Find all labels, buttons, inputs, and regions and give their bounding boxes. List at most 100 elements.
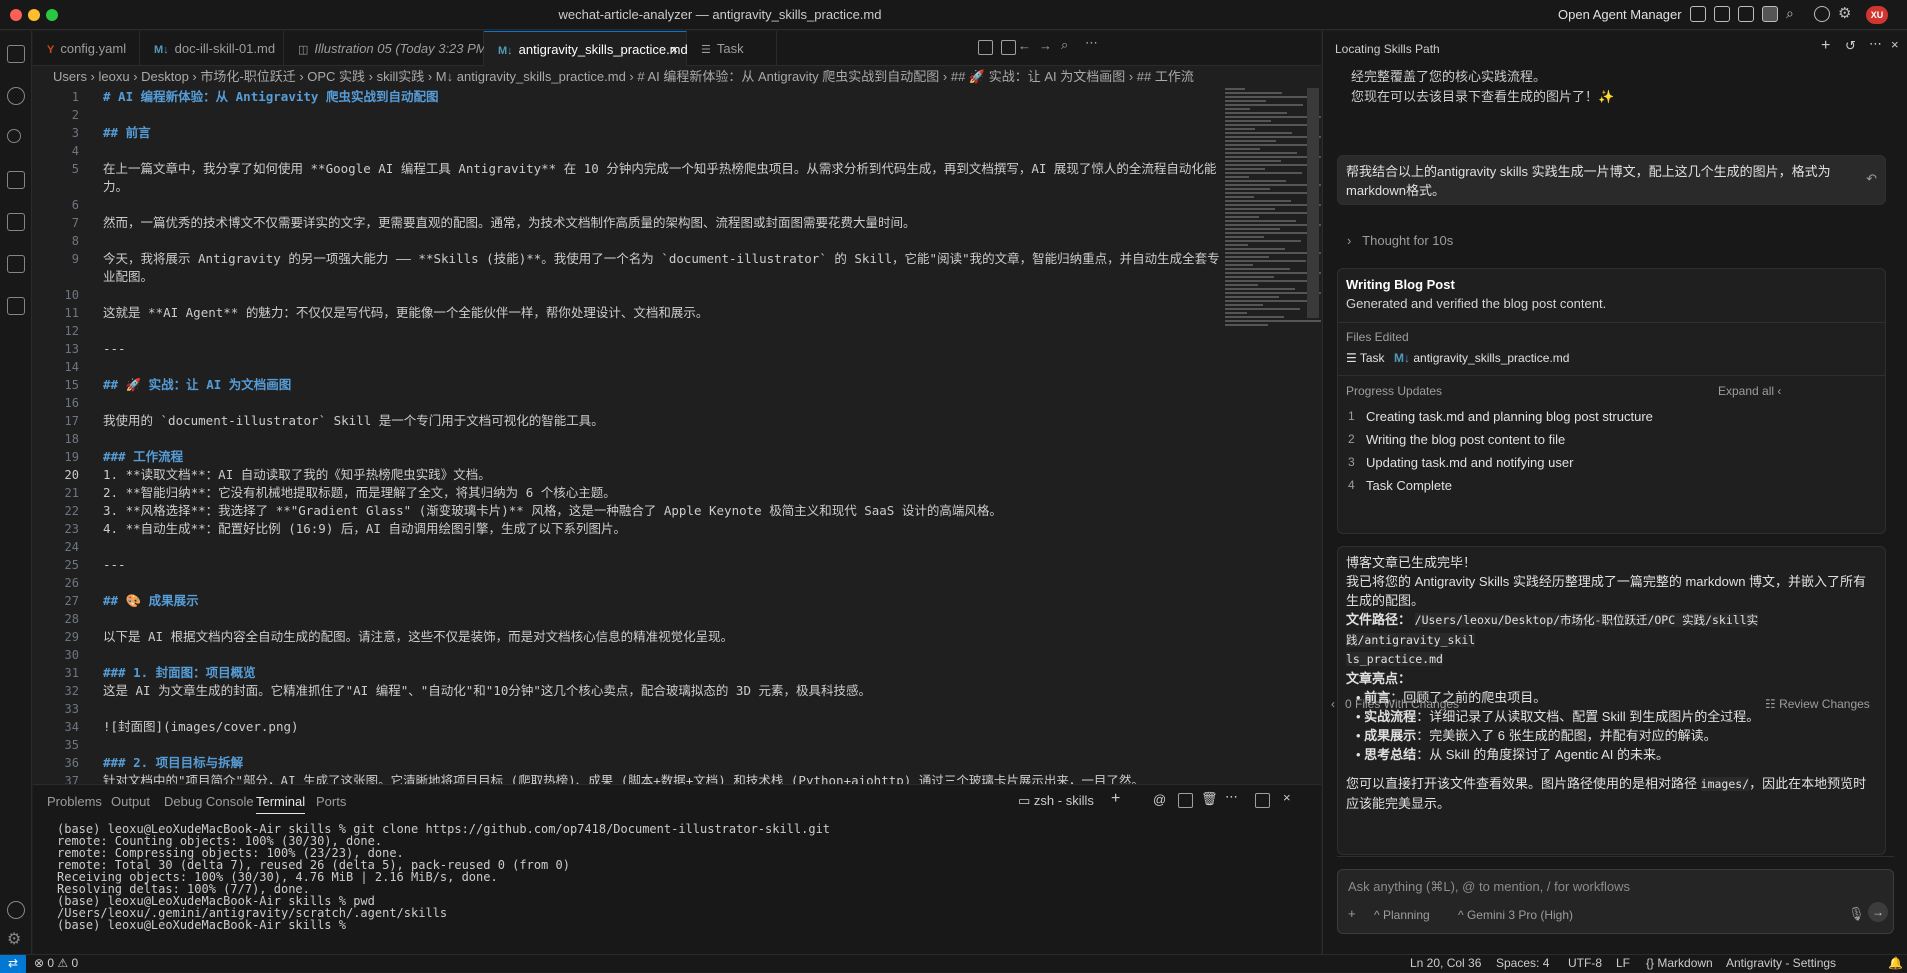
remote-indicator[interactable]: ⇄ [0, 955, 26, 973]
toggle-secondary-sidebar-icon[interactable] [1762, 6, 1778, 22]
code-line[interactable]: 5 在上一篇文章中，我分享了如何使用 **Google AI 编程工具 Antig… [33, 160, 1217, 178]
code-line[interactable]: 32 这是 AI 为文章生成的封面。它精准抓住了"AI 编程"、"自动化"和"10… [33, 682, 1203, 700]
progress-item[interactable]: 4 Task Complete [1338, 478, 1878, 498]
code-line[interactable]: 8 [33, 232, 1203, 250]
expand-all-button[interactable]: Expand all ‹ [1718, 384, 1781, 398]
code-line[interactable]: 20 1. **读取文档**：AI 自动读取了我的《知乎热榜爬虫实践》文档。 [33, 466, 1203, 484]
code-line[interactable]: 30 [33, 646, 1203, 664]
browser-icon[interactable] [1814, 6, 1830, 22]
code-line[interactable]: 17 我使用的 `document-illustrator` Skill 是一个专… [33, 412, 1203, 430]
code-line[interactable]: 24 [33, 538, 1203, 556]
indentation[interactable]: Spaces: 4 [1496, 955, 1549, 972]
terminal-selector[interactable]: ▭ zsh - skills [1018, 793, 1094, 809]
tab-antigravity-skills-practice[interactable]: M↓ antigravity_skills_practice.md × [484, 31, 688, 66]
layout-icon[interactable] [1690, 6, 1706, 22]
history-icon[interactable]: ↺ [1845, 38, 1856, 54]
code-line[interactable]: 力。 [33, 178, 1203, 196]
open-agent-manager-button[interactable]: Open Agent Manager [1558, 7, 1682, 22]
tab-doc-ill-skill[interactable]: M↓ doc-ill-skill-01.md [140, 31, 284, 66]
file-link-task[interactable]: ☰ Task [1346, 351, 1385, 365]
files-changes-toggle[interactable]: ‹ 0 Files With Changes [1331, 697, 1459, 711]
problems-status[interactable]: ⊗ 0 ⚠ 0 [34, 955, 78, 972]
code-line[interactable]: 18 [33, 430, 1203, 448]
eol[interactable]: LF [1616, 955, 1630, 972]
code-line[interactable]: 22 3. **风格选择**：我选择了 **"Gradient Glass" (渐… [33, 502, 1203, 520]
at-mention-icon[interactable]: @ [1153, 792, 1166, 807]
tab-output[interactable]: Output [111, 794, 150, 809]
code-line[interactable]: 34 ![封面图](images/cover.png) [33, 718, 1203, 736]
code-line[interactable]: 2 [33, 106, 1203, 124]
more-actions-icon[interactable]: ⋯ [1085, 35, 1098, 51]
code-line[interactable]: 26 [33, 574, 1203, 592]
editor-scrollbar[interactable] [1307, 88, 1319, 318]
code-line[interactable]: 9 今天，我将展示 Antigravity 的另一项强大能力 —— **Skill… [33, 250, 1220, 268]
more-actions-icon[interactable]: ⋯ [1225, 789, 1238, 805]
tab-ports[interactable]: Ports [316, 794, 346, 809]
tab-problems[interactable]: Problems [47, 794, 102, 809]
split-editor-icon[interactable] [1001, 40, 1016, 55]
code-line[interactable]: 29 以下是 AI 根据文档内容全自动生成的配图。请注意，这些不仅是装饰，而是对文… [33, 628, 1203, 646]
add-context-icon[interactable]: + [1348, 906, 1356, 921]
progress-item[interactable]: 1 Creating task.md and planning blog post… [1338, 409, 1878, 429]
open-preview-icon[interactable] [978, 40, 993, 55]
code-line[interactable]: 31 ### 1. 封面图：项目概览 [33, 664, 1203, 682]
thought-toggle[interactable]: › Thought for 10s [1347, 233, 1453, 248]
tab-task[interactable]: ☰ Task [687, 31, 777, 66]
code-line[interactable]: 37 针对文档中的"项目简介"部分，AI 生成了这张图。它清晰地将项目目标 (爬取… [33, 772, 1203, 784]
maximize-panel-icon[interactable] [1255, 793, 1270, 808]
microphone-icon[interactable]: 🎙 [1848, 906, 1865, 922]
code-line[interactable]: 27 ## 🎨 成果展示 [33, 592, 1203, 610]
go-back-icon[interactable]: ← [1018, 38, 1031, 53]
testing-icon[interactable] [7, 297, 25, 315]
search-icon[interactable]: ⌕ [1786, 5, 1794, 22]
code-line[interactable]: 33 [33, 700, 1203, 718]
extensions-icon[interactable] [7, 255, 25, 273]
tab-illustration-05[interactable]: ◫ Illustration 05 (Today 3:23 PM) [284, 31, 491, 66]
send-button[interactable]: → [1868, 902, 1888, 922]
code-line[interactable]: 11 这就是 **AI Agent** 的魅力：不仅仅是写代码，更能像一个全能伙伴… [33, 304, 1203, 322]
tab-config-yaml[interactable]: Yconfig.yaml [33, 31, 140, 66]
more-actions-icon[interactable]: ⋯ [1869, 36, 1882, 52]
code-line[interactable]: 19 ### 工作流程 [33, 448, 1203, 466]
bell-icon[interactable]: 🔔 [1888, 955, 1903, 972]
code-line[interactable]: 7 然而，一篇优秀的技术博文不仅需要详实的文字，更需要直观的配图。通常，为技术文档… [33, 214, 1203, 232]
go-forward-icon[interactable]: → [1039, 38, 1052, 53]
mode-selector[interactable]: ^ Planning [1374, 908, 1430, 922]
progress-item[interactable]: 3 Updating task.md and notifying user [1338, 455, 1878, 475]
new-terminal-icon[interactable]: + [1111, 790, 1120, 808]
chat-input[interactable]: Ask anything (⌘L), @ to mention, / for w… [1337, 869, 1894, 934]
split-terminal-icon[interactable] [1178, 793, 1193, 808]
close-panel-icon[interactable]: × [1891, 37, 1899, 52]
code-line[interactable]: 23 4. **自动生成**：配置好比例 (16:9) 后，AI 自动调用绘图引擎… [33, 520, 1203, 538]
code-line[interactable]: 4 [33, 142, 1203, 160]
account-icon[interactable] [7, 901, 25, 919]
search-icon[interactable]: ⌕ [1061, 37, 1068, 53]
source-control-icon[interactable] [7, 129, 21, 143]
model-selector[interactable]: ^ Gemini 3 Pro (High) [1458, 908, 1573, 922]
manage-gear-icon[interactable]: ⚙ [7, 929, 21, 949]
encoding[interactable]: UTF-8 [1568, 955, 1602, 972]
code-line[interactable]: 35 [33, 736, 1203, 754]
gear-icon[interactable]: ⚙ [1838, 4, 1851, 22]
code-line[interactable]: 12 [33, 322, 1203, 340]
language-mode[interactable]: {} Markdown [1646, 955, 1713, 972]
code-line[interactable]: 28 [33, 610, 1203, 628]
remote-explorer-icon[interactable] [7, 213, 25, 231]
undo-icon[interactable]: ↶ [1866, 171, 1877, 187]
file-path[interactable]: ls_practice.md [1346, 652, 1443, 666]
settings-link[interactable]: Antigravity - Settings [1726, 955, 1836, 972]
code-line[interactable]: 36 ### 2. 项目目标与拆解 [33, 754, 1203, 772]
file-link-md[interactable]: M↓ antigravity_skills_practice.md [1394, 351, 1569, 365]
code-line[interactable]: 10 [33, 286, 1203, 304]
code-editor[interactable]: 1 # AI 编程新体验：从 Antigravity 爬虫实战到自动配图 2 3 ## … [33, 88, 1321, 784]
search-icon[interactable] [7, 87, 25, 105]
code-line[interactable]: 3 ## 前言 [33, 124, 1203, 142]
code-line[interactable]: 21 2. **智能归纳**：它没有机械地提取标题，而是理解了全文，将其归纳为 6… [33, 484, 1203, 502]
code-line[interactable]: 6 [33, 196, 1203, 214]
toggle-sidebar-icon[interactable] [1714, 6, 1730, 22]
tab-terminal[interactable]: Terminal [256, 794, 306, 814]
code-line[interactable]: 1 # AI 编程新体验：从 Antigravity 爬虫实战到自动配图 [33, 88, 1203, 106]
code-line[interactable]: 13 --- [33, 340, 1203, 358]
tab-debug-console[interactable]: Debug Console [164, 794, 254, 809]
progress-item[interactable]: 2 Writing the blog post content to file [1338, 432, 1878, 452]
